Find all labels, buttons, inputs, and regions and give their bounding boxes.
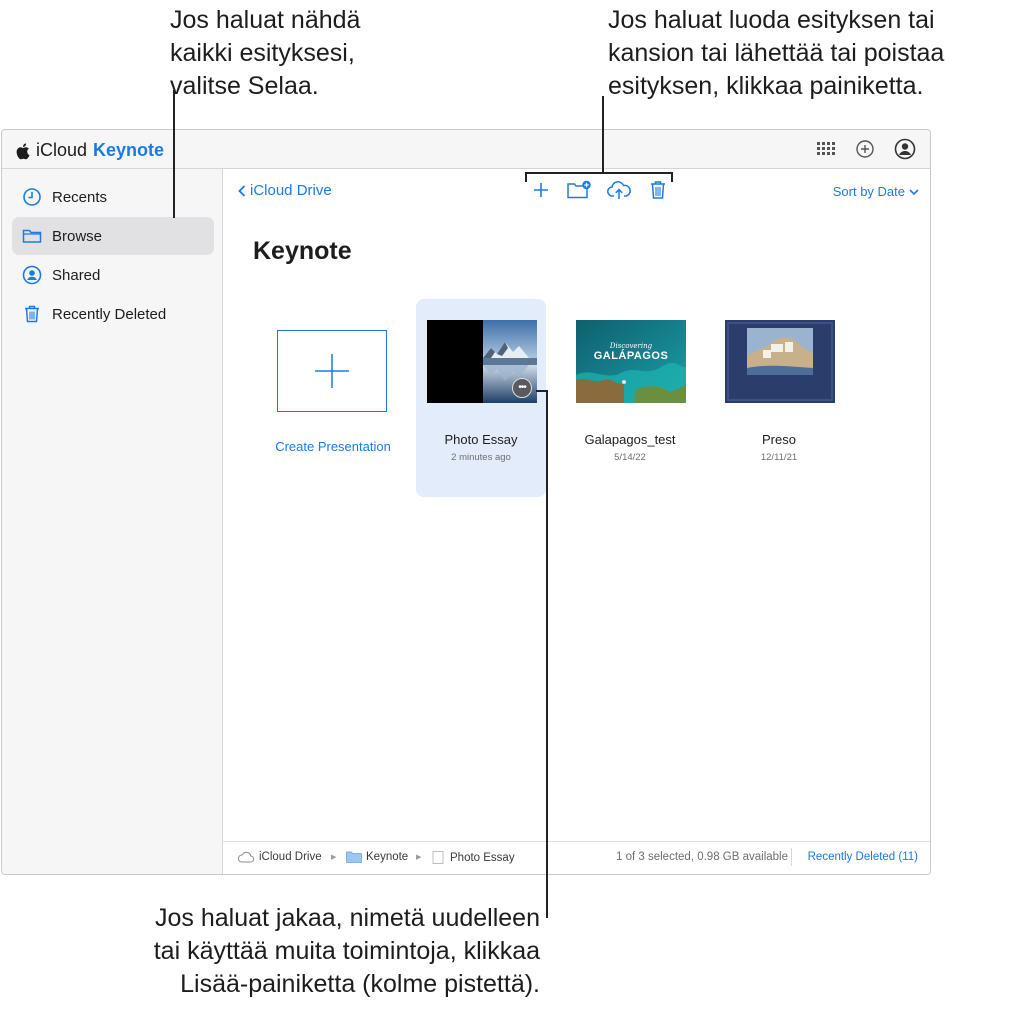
document-card-photo-essay[interactable]: ••• Photo Essay 2 minutes ago [416, 299, 546, 497]
leader-line-more-tick [536, 390, 546, 392]
app-name: Keynote [93, 140, 165, 160]
document-icon [432, 851, 444, 864]
delete-button[interactable] [645, 177, 671, 203]
folder-icon [346, 851, 362, 863]
sidebar-item-label: Recently Deleted [52, 305, 167, 323]
sort-dropdown[interactable]: Sort by Date [833, 184, 920, 199]
preso-thumbnail [725, 320, 835, 403]
plus-icon [315, 354, 349, 388]
sidebar-item-recently-deleted[interactable]: Recently Deleted [12, 295, 214, 333]
document-date: 2 minutes ago [451, 452, 511, 463]
new-folder-button[interactable] [566, 177, 592, 203]
document-name: Photo Essay [444, 432, 518, 447]
add-circle-icon[interactable] [854, 138, 876, 160]
sidebar-item-recents[interactable]: Recents [12, 178, 214, 216]
document-date: 5/14/22 [614, 452, 646, 463]
account-icon[interactable] [894, 138, 916, 160]
trash-icon [651, 181, 665, 199]
document-date: 12/11/21 [760, 452, 798, 463]
breadcrumb-separator-icon: ▶ [331, 854, 337, 861]
apple-logo-icon [16, 142, 30, 159]
thumbnail-title: GALÁPAGOS [593, 350, 669, 362]
leader-line-more [546, 390, 548, 918]
new-folder-icon [567, 180, 591, 199]
sidebar-item-browse[interactable]: Browse [12, 217, 214, 255]
breadcrumb-label: Keynote [366, 851, 409, 863]
top-bar: iCloud Keynote [2, 130, 930, 169]
create-presentation-label[interactable]: Create Presentation [263, 439, 403, 454]
sidebar-item-label: Shared [52, 266, 101, 284]
leader-bracket-toolbar-left [525, 172, 527, 182]
main-content: iCloud Drive Sort by Date Keynote Create… [223, 169, 930, 874]
brand: iCloud Keynote [16, 140, 164, 161]
breadcrumb-icloud-drive[interactable]: iCloud Drive [237, 851, 322, 863]
page-title: Keynote [253, 237, 352, 265]
leader-bracket-toolbar [525, 172, 673, 174]
breadcrumb-separator-icon: ▶ [416, 854, 422, 861]
sidebar-item-label: Recents [52, 188, 108, 206]
new-presentation-button[interactable] [528, 177, 554, 203]
trash-icon [25, 305, 39, 323]
folder-icon [22, 229, 42, 243]
document-card-preso[interactable]: Preso 12/11/21 [714, 299, 844, 497]
clock-icon [23, 188, 41, 206]
keynote-window: iCloud Keynote Recents Browse Shared Rec… [1, 129, 931, 875]
callout-toolbar: Jos haluat luoda esityksen tai kansion t… [608, 6, 945, 100]
create-presentation-tile[interactable] [277, 330, 387, 412]
plus-icon [534, 183, 548, 197]
breadcrumb-photo-essay[interactable]: Photo Essay [432, 851, 515, 864]
icloud-label: iCloud [36, 140, 88, 160]
document-thumbnail [725, 320, 835, 403]
sidebar: Recents Browse Shared Recently Deleted [2, 169, 223, 874]
chevron-left-icon [238, 184, 246, 197]
upload-icon [607, 181, 631, 199]
document-name: Preso [762, 432, 796, 447]
thumbnail-subtitle: Discovering [609, 342, 653, 350]
callout-browse: Jos haluat nähdä kaikki esityksesi, vali… [170, 6, 361, 100]
chevron-down-icon [909, 188, 919, 195]
leader-line-browse [173, 90, 175, 218]
upload-button[interactable] [606, 177, 632, 203]
sidebar-item-shared[interactable]: Shared [12, 256, 214, 294]
document-card-galapagos[interactable]: Discovering GALÁPAGOS Galapagos_test 5/1… [565, 299, 695, 497]
cloud-icon [237, 851, 255, 863]
back-button-label: iCloud Drive [250, 182, 332, 199]
app-grid-icon[interactable] [814, 138, 836, 160]
document-thumbnail: Discovering GALÁPAGOS [576, 320, 686, 403]
leader-bracket-toolbar-right [671, 172, 673, 182]
more-options-button[interactable]: ••• [512, 378, 532, 398]
leader-line-toolbar [602, 96, 604, 172]
status-bar: iCloud Drive ▶ Keynote ▶ Photo Essay 1 o… [223, 841, 930, 874]
document-thumbnail: ••• [427, 320, 537, 403]
document-name: Galapagos_test [584, 432, 676, 447]
breadcrumb-label: iCloud Drive [259, 851, 322, 863]
ellipsis-icon: ••• [518, 382, 526, 393]
sidebar-item-label: Browse [52, 227, 103, 245]
recently-deleted-link[interactable]: Recently Deleted (11) [808, 851, 918, 863]
breadcrumb-label: Photo Essay [450, 851, 515, 864]
breadcrumb-keynote[interactable]: Keynote [346, 851, 408, 863]
selection-status: 1 of 3 selected, 0.98 GB available [616, 851, 788, 863]
divider [791, 848, 792, 866]
sort-label: Sort by Date [832, 184, 905, 199]
callout-more-button: Jos haluat jakaa, nimetä uudelleen tai k… [153, 904, 540, 998]
back-button[interactable]: iCloud Drive [237, 182, 332, 199]
shared-person-icon [22, 265, 42, 285]
